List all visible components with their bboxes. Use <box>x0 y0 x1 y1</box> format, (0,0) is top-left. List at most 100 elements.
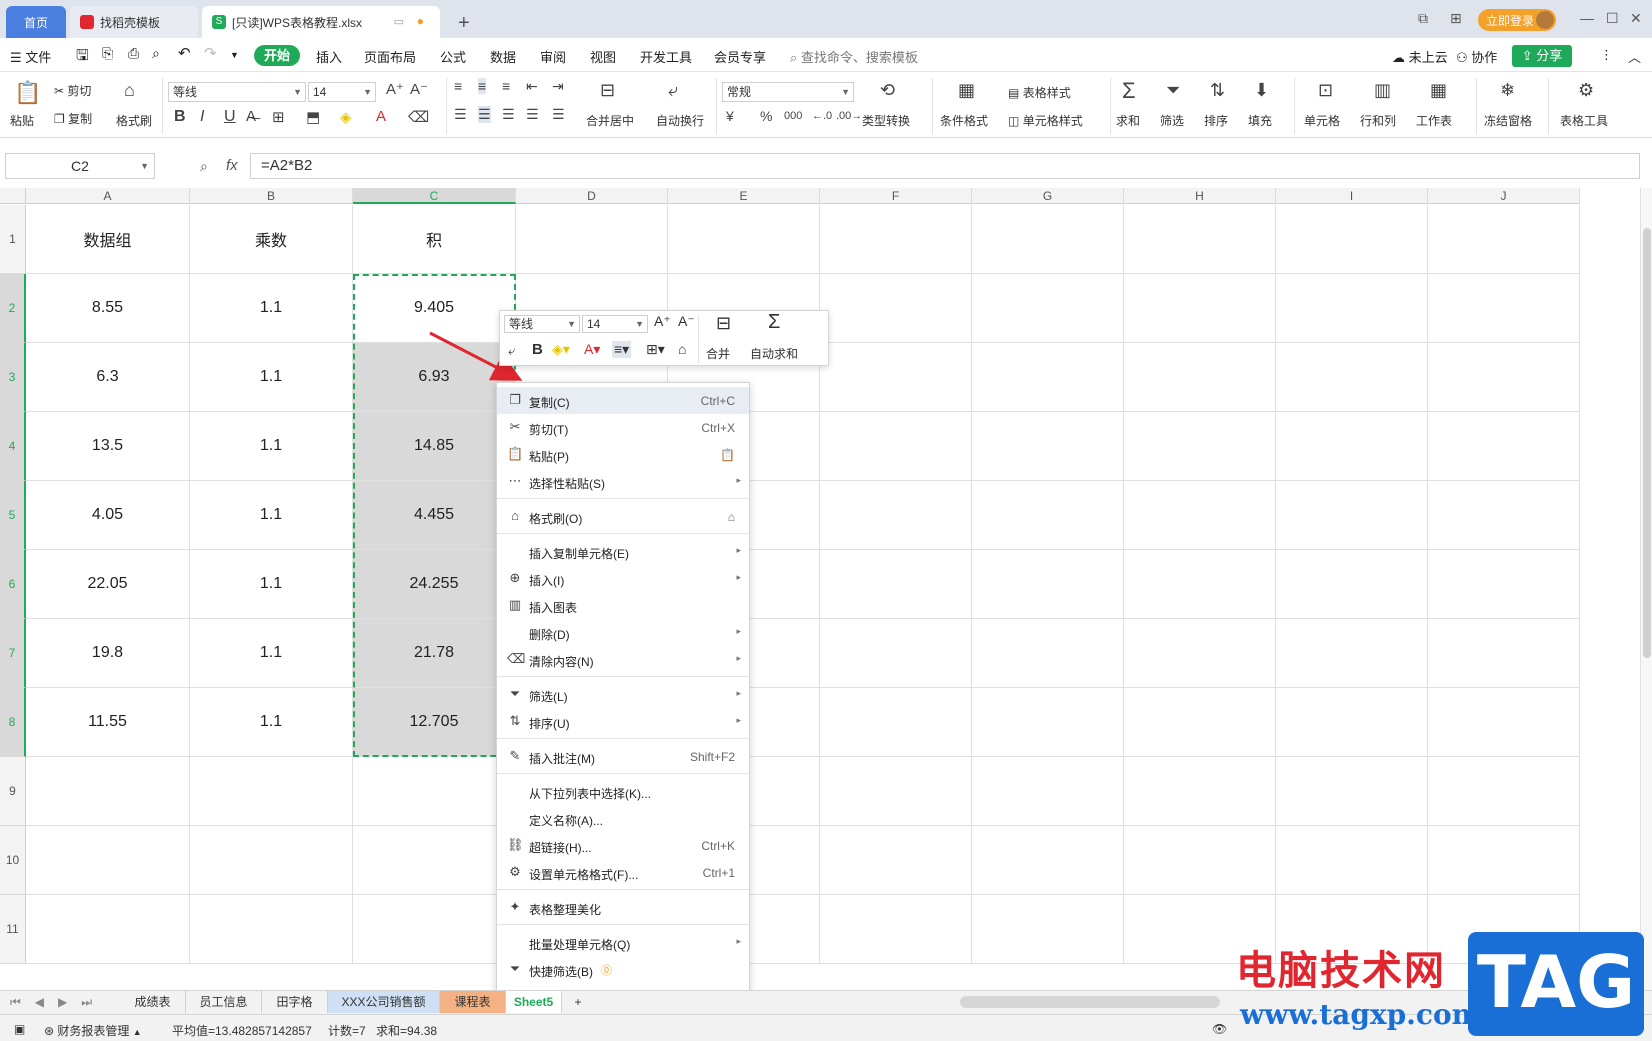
filter-icon[interactable]: ⏷ <box>1166 80 1180 101</box>
paste-button[interactable]: 粘贴 <box>10 112 34 129</box>
cell-B4[interactable]: 1.1 <box>190 412 353 481</box>
cell-B5[interactable]: 1.1 <box>190 481 353 550</box>
cell-G11[interactable] <box>972 895 1124 964</box>
row-header-11[interactable]: 11 <box>0 895 26 964</box>
cell-D1[interactable] <box>516 205 668 274</box>
print-preview-icon[interactable]: ⌕ <box>152 45 160 62</box>
cell-G7[interactable] <box>972 619 1124 688</box>
column-header-C[interactable]: C <box>353 188 516 204</box>
row-header-9[interactable]: 9 <box>0 757 26 826</box>
italic-icon[interactable]: I <box>200 108 204 126</box>
table-tools-button[interactable]: 表格工具 <box>1560 112 1608 129</box>
decrease-decimal-icon[interactable]: .00→ <box>836 110 862 122</box>
cell-I4[interactable] <box>1276 412 1428 481</box>
context-menu-item[interactable]: ⚙ 设置单元格格式(F)... Ctrl+1 <box>497 859 749 886</box>
cell-F4[interactable] <box>820 412 972 481</box>
worksheet-button[interactable]: 工作表 <box>1416 112 1452 129</box>
distribute-icon[interactable]: ☰ <box>552 106 565 123</box>
cell-F8[interactable] <box>820 688 972 757</box>
cell-C9[interactable] <box>353 757 516 826</box>
column-header-A[interactable]: A <box>26 188 190 204</box>
copy-button[interactable]: ❐ 复制 <box>54 110 92 127</box>
collab-button[interactable]: ⚇ 协作 <box>1456 47 1497 66</box>
menu-member[interactable]: 会员专享 <box>714 47 766 66</box>
paste-icon[interactable]: 📋 <box>14 80 41 106</box>
cell-J6[interactable] <box>1428 550 1580 619</box>
cell-A8[interactable]: 11.55 <box>26 688 190 757</box>
sheet-tab[interactable]: XXX公司销售额 <box>328 991 440 1013</box>
cell-H10[interactable] <box>1124 826 1276 895</box>
quick-access-dropdown-icon[interactable]: ▼ <box>230 50 239 60</box>
align-top-icon[interactable]: ≡ <box>454 78 462 94</box>
print-icon[interactable]: ⎙ <box>128 45 139 62</box>
sheet-manager[interactable]: ⊛ 财务报表管理 ▲ <box>44 1022 142 1039</box>
context-menu-item[interactable]: ✎ 插入批注(M) Shift+F2 <box>497 743 749 770</box>
context-menu-item[interactable]: ⇅ 排序(U) ▸ <box>497 708 749 735</box>
align-left-icon[interactable]: ☰ <box>454 106 467 123</box>
sheet-tab[interactable]: 成绩表 <box>120 991 186 1013</box>
tab-workbook[interactable]: S [只读]WPS表格教程.xlsx ▭ ● <box>202 6 440 38</box>
mini-bold-icon[interactable]: B <box>532 341 543 358</box>
context-menu-item[interactable]: ⋯ 选择性粘贴(S) ▸ <box>497 468 749 495</box>
cell-A3[interactable]: 6.3 <box>26 343 190 412</box>
percent-icon[interactable]: % <box>760 108 772 124</box>
cell-H6[interactable] <box>1124 550 1276 619</box>
row-header-4[interactable]: 4 <box>0 412 26 481</box>
align-middle-icon[interactable]: ≡ <box>478 78 487 94</box>
context-menu-item[interactable]: 从下拉列表中选择(K)... <box>497 778 749 805</box>
select-all-corner[interactable] <box>0 188 26 204</box>
justify-icon[interactable]: ☰ <box>526 106 539 123</box>
row-header-5[interactable]: 5 <box>0 481 26 550</box>
cell-A2[interactable]: 8.55 <box>26 274 190 343</box>
indent-decrease-icon[interactable]: ⇤ <box>526 78 538 95</box>
cell-A11[interactable] <box>26 895 190 964</box>
fx-icon[interactable]: fx <box>226 157 238 174</box>
cell-F5[interactable] <box>820 481 972 550</box>
cell-H7[interactable] <box>1124 619 1276 688</box>
column-header-B[interactable]: B <box>190 188 353 204</box>
mini-merge-icon[interactable]: ⊟ <box>716 313 731 334</box>
freeze-button[interactable]: 冻结窗格 <box>1484 112 1532 129</box>
grid-apps-icon[interactable]: ⊞ <box>1450 10 1462 27</box>
row-header-1[interactable]: 1 <box>0 205 26 274</box>
maximize-icon[interactable]: ☐ <box>1606 10 1619 27</box>
cell-H9[interactable] <box>1124 757 1276 826</box>
sort-button[interactable]: 排序 <box>1204 112 1228 129</box>
share-button[interactable]: ⇪ 分享 <box>1512 45 1572 67</box>
mini-increase-font-icon[interactable]: A⁺ <box>654 313 671 330</box>
cell-A1[interactable]: 数据组 <box>26 205 190 274</box>
cell-A9[interactable] <box>26 757 190 826</box>
context-menu-item[interactable]: ⌫ 清除内容(N) ▸ <box>497 646 749 673</box>
cloud-status[interactable]: ☁ 未上云 <box>1392 47 1448 66</box>
cell-C4[interactable]: 14.85 <box>353 412 516 481</box>
cell-G5[interactable] <box>972 481 1124 550</box>
filter-button[interactable]: 筛选 <box>1160 112 1184 129</box>
context-menu-item[interactable]: ✦ 表格整理美化 <box>497 894 749 921</box>
column-header-H[interactable]: H <box>1124 188 1276 204</box>
sheet-tab[interactable]: Sheet5 <box>506 991 562 1013</box>
row-header-6[interactable]: 6 <box>0 550 26 619</box>
cell-H2[interactable] <box>1124 274 1276 343</box>
cell-I5[interactable] <box>1276 481 1428 550</box>
cell-I8[interactable] <box>1276 688 1428 757</box>
monitor-icon[interactable]: ▭ <box>394 15 404 28</box>
cell-I6[interactable] <box>1276 550 1428 619</box>
cell-A4[interactable]: 13.5 <box>26 412 190 481</box>
menu-data[interactable]: 数据 <box>490 47 516 66</box>
cell-J3[interactable] <box>1428 343 1580 412</box>
cell-F9[interactable] <box>820 757 972 826</box>
format-painter-icon[interactable]: ⌂ <box>124 80 135 101</box>
cell-G2[interactable] <box>972 274 1124 343</box>
merge-center-button[interactable]: 合并居中 <box>586 112 634 129</box>
context-menu-item[interactable]: 📋 粘贴(P) 📋 <box>497 441 749 468</box>
align-right-icon[interactable]: ☰ <box>502 106 515 123</box>
increase-font-icon[interactable]: A⁺ <box>386 80 404 98</box>
cell-I7[interactable] <box>1276 619 1428 688</box>
row-col-button[interactable]: 行和列 <box>1360 112 1396 129</box>
wrap-text-icon[interactable]: ⤶ <box>668 80 678 101</box>
cell-J2[interactable] <box>1428 274 1580 343</box>
cell-F2[interactable] <box>820 274 972 343</box>
wrap-text-button[interactable]: 自动换行 <box>656 112 704 129</box>
align-center-icon[interactable]: ☰ <box>478 106 491 123</box>
sort-icon[interactable]: ⇅ <box>1210 80 1225 101</box>
